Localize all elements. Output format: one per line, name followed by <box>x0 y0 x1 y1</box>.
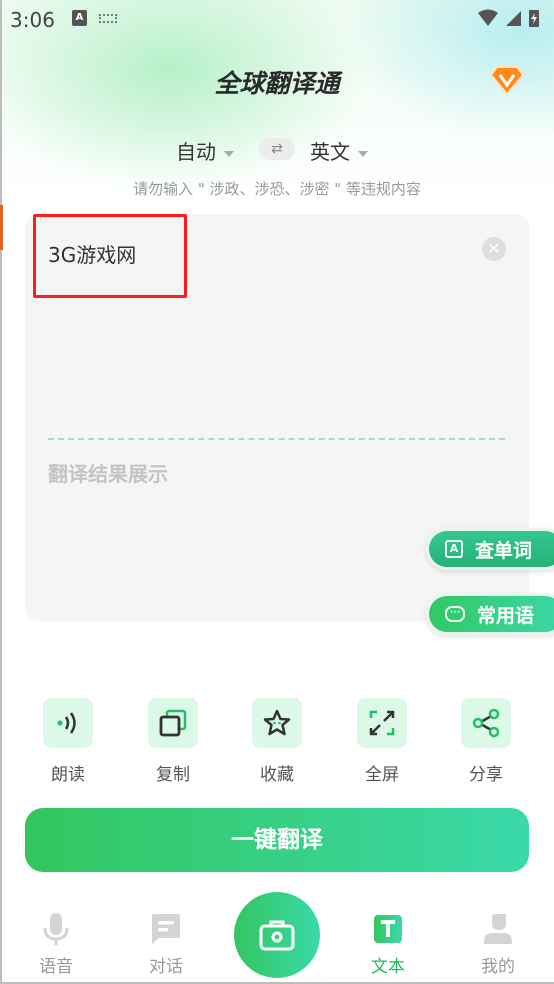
nav-voice-label: 语音 <box>39 957 73 977</box>
chat-bubble-icon: ··· <box>445 606 465 622</box>
result-placeholder: 翻译结果展示 <box>48 462 168 486</box>
keyboard-icon <box>99 14 117 23</box>
share-button[interactable] <box>461 698 511 748</box>
fullscreen-label: 全屏 <box>365 765 399 785</box>
swap-icon[interactable]: ⇄ <box>259 138 295 160</box>
favorite-button[interactable] <box>252 698 302 748</box>
target-language-label: 英文 <box>310 140 350 164</box>
chat-icon <box>152 914 180 944</box>
nav-dialogue[interactable]: 对话 <box>126 912 206 977</box>
read-aloud-label: 朗读 <box>51 765 85 785</box>
copy-label: 复制 <box>156 765 190 785</box>
highlight-box <box>33 214 187 298</box>
dropdown-icon <box>358 150 368 157</box>
status-time: 3:06 <box>10 8 55 32</box>
window-edge <box>0 0 2 984</box>
dropdown-icon <box>224 150 234 157</box>
source-language-label: 自动 <box>176 140 216 164</box>
vip-diamond-icon[interactable] <box>490 64 524 96</box>
fullscreen-button[interactable] <box>357 698 407 748</box>
speaker-icon <box>57 712 76 734</box>
lookup-word-label: 查单词 <box>475 539 533 562</box>
wifi-icon <box>478 9 498 26</box>
translate-button[interactable]: 一键翻译 <box>25 808 529 872</box>
user-icon <box>484 914 512 944</box>
text-icon <box>374 915 402 943</box>
lookup-word-button[interactable]: A 查单词 <box>426 528 554 570</box>
fullscreen-icon <box>369 710 395 736</box>
camera-button[interactable] <box>234 892 320 978</box>
nav-text-label: 文本 <box>371 957 405 977</box>
dictionary-icon: A <box>445 540 463 558</box>
common-phrases-button[interactable]: ··· 常用语 <box>426 593 554 635</box>
copy-icon <box>159 709 187 737</box>
a-notification-icon: A <box>72 10 87 26</box>
share-label: 分享 <box>469 765 503 785</box>
target-language-select[interactable]: 英文 <box>310 136 368 165</box>
nav-profile-label: 我的 <box>481 957 515 977</box>
nav-dialogue-label: 对话 <box>149 957 183 977</box>
read-aloud-button[interactable] <box>43 698 93 748</box>
app-title: 全球翻译通 <box>214 69 340 98</box>
close-icon[interactable]: ✕ <box>482 237 506 261</box>
star-icon <box>263 709 291 736</box>
copy-button[interactable] <box>148 698 198 748</box>
content-notice: 请勿输入 " 涉政、涉恐、涉密 " 等违规内容 <box>133 180 421 198</box>
divider <box>48 438 505 440</box>
source-language-select[interactable]: 自动 <box>176 136 234 165</box>
edge-marker <box>0 205 3 250</box>
microphone-icon <box>43 913 69 945</box>
nav-profile[interactable]: 我的 <box>458 912 538 977</box>
camera-icon <box>259 920 295 951</box>
nav-text[interactable]: 文本 <box>348 912 428 977</box>
common-phrases-label: 常用语 <box>477 604 535 627</box>
signal-icon <box>506 11 521 26</box>
favorite-label: 收藏 <box>260 765 294 785</box>
status-icons <box>478 9 539 27</box>
nav-voice[interactable]: 语音 <box>16 912 96 977</box>
share-icon <box>472 708 500 738</box>
